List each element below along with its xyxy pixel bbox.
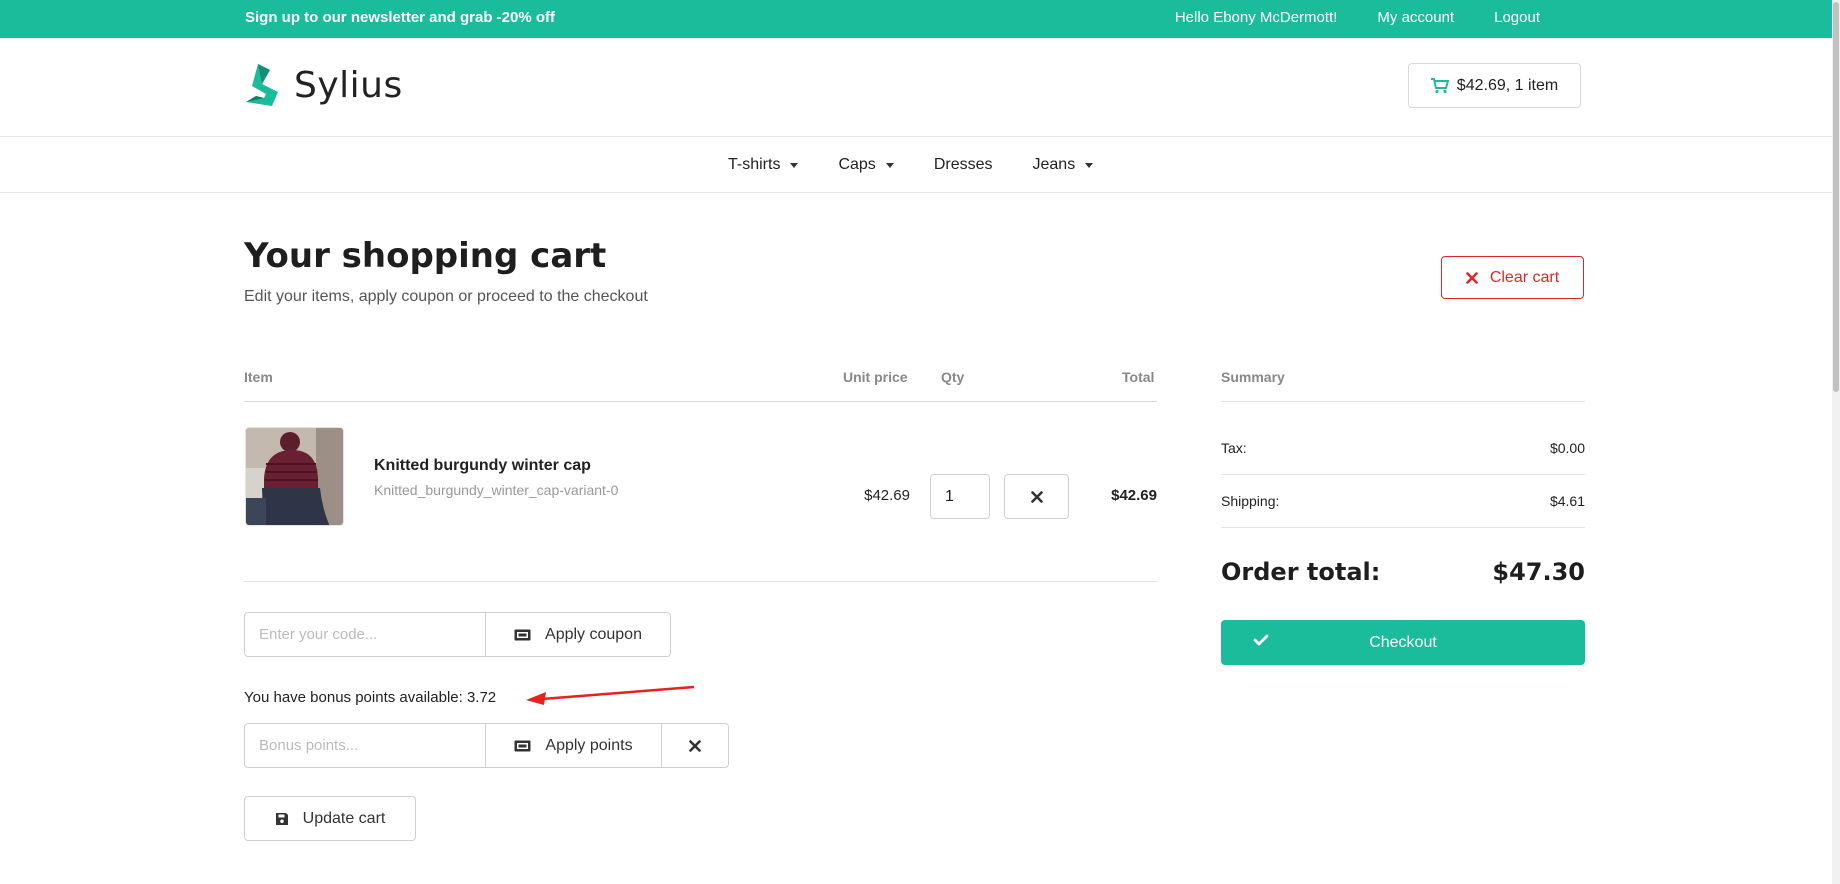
- summary-divider: [1221, 401, 1585, 402]
- order-total-row: Order total: $47.30: [1221, 558, 1585, 586]
- nav-item-dresses[interactable]: Dresses: [934, 156, 993, 174]
- nav-item-label: Dresses: [933, 156, 993, 173]
- tax-label: Tax:: [1221, 440, 1247, 456]
- summary-divider: [1221, 474, 1585, 475]
- product-name[interactable]: Knitted burgundy winter cap: [374, 457, 591, 475]
- product-photo: [246, 428, 343, 525]
- nav-item-label: T-shirts: [728, 156, 781, 173]
- caret-down-icon: [885, 162, 894, 168]
- summary-heading: Summary: [1221, 369, 1285, 385]
- nav-item-t-shirts[interactable]: T-shirts: [728, 156, 799, 174]
- caret-down-icon: [1085, 162, 1094, 168]
- apply-coupon-label: Apply coupon: [545, 625, 642, 643]
- tax-value: $0.00: [1549, 440, 1585, 456]
- ticket-icon: [514, 740, 531, 751]
- bonus-points-input[interactable]: Bonus points...: [244, 723, 486, 768]
- product-image[interactable]: [245, 427, 344, 526]
- cart-button[interactable]: $42.69, 1 item: [1408, 63, 1581, 108]
- order-total-value: $47.30: [1492, 558, 1585, 586]
- bonus-points-available: You have bonus points available: 3.72: [244, 689, 497, 706]
- page-title: Your shopping cart: [244, 236, 607, 276]
- cart-summary: $42.69, 1 item: [1456, 76, 1559, 94]
- quantity-input[interactable]: 1: [930, 474, 990, 519]
- logo-text: Sylius: [294, 64, 403, 106]
- coupon-code-input[interactable]: Enter your code...: [244, 612, 487, 657]
- column-header-total: Total: [1122, 369, 1155, 385]
- site-header: Sylius $42.69, 1 item: [0, 38, 1832, 137]
- account-links: Hello Ebony McDermott! My account Logout: [1175, 0, 1540, 36]
- close-icon: [689, 739, 701, 752]
- clear-cart-label: Clear cart: [1489, 268, 1560, 286]
- apply-coupon-button[interactable]: Apply coupon: [485, 612, 671, 657]
- close-icon: [1466, 271, 1478, 284]
- nav-item-caps[interactable]: Caps: [838, 156, 894, 174]
- unit-price: $42.69: [864, 487, 910, 504]
- newsletter-promo[interactable]: Sign up to our newsletter and grab -20% …: [245, 0, 555, 36]
- column-header-qty: Qty: [941, 369, 965, 385]
- apply-points-button[interactable]: Apply points: [485, 723, 662, 768]
- logout-link[interactable]: Logout: [1494, 0, 1540, 36]
- order-total-label: Order total:: [1221, 558, 1381, 586]
- shipping-label: Shipping:: [1221, 493, 1280, 509]
- my-account-link[interactable]: My account: [1377, 0, 1454, 36]
- clear-points-button[interactable]: [661, 723, 729, 768]
- save-icon: [275, 812, 288, 825]
- annotation-arrow: [526, 685, 695, 705]
- greeting-link[interactable]: Hello Ebony McDermott!: [1175, 0, 1338, 36]
- row-total: $42.69: [1111, 487, 1157, 504]
- nav-item-jeans[interactable]: Jeans: [1033, 156, 1094, 174]
- caret-down-icon: [790, 162, 799, 168]
- header-divider: [244, 401, 1157, 402]
- summary-tax-row: Tax: $0.00: [1221, 440, 1585, 456]
- ticket-icon: [514, 629, 531, 640]
- logo[interactable]: Sylius: [244, 62, 403, 108]
- checkout-label: Checkout: [1369, 633, 1437, 651]
- checkout-button[interactable]: Checkout: [1221, 620, 1585, 665]
- summary-divider: [1221, 527, 1585, 528]
- close-icon: [1030, 490, 1043, 503]
- summary-shipping-row: Shipping: $4.61: [1221, 493, 1585, 509]
- check-icon: [1253, 634, 1269, 646]
- main-nav: T-shirts Caps Dresses Jeans: [0, 137, 1832, 193]
- clear-cart-button[interactable]: Clear cart: [1441, 256, 1584, 299]
- update-cart-button[interactable]: Update cart: [244, 796, 416, 841]
- logo-icon: [246, 64, 278, 106]
- nav-item-label: Jeans: [1032, 156, 1076, 173]
- product-variant: Knitted_burgundy_winter_cap-variant-0: [374, 482, 619, 498]
- update-cart-label: Update cart: [302, 809, 386, 827]
- remove-item-button[interactable]: [1004, 474, 1069, 519]
- page-scrollbar[interactable]: [1832, 0, 1840, 884]
- nav-item-label: Caps: [838, 156, 876, 173]
- row-divider: [244, 581, 1157, 582]
- scrollbar-thumb[interactable]: [1833, 2, 1839, 392]
- top-bar: Sign up to our newsletter and grab -20% …: [0, 0, 1832, 38]
- page-subtitle: Edit your items, apply coupon or proceed…: [244, 288, 648, 305]
- apply-points-label: Apply points: [545, 736, 633, 754]
- column-header-unit-price: Unit price: [843, 369, 908, 385]
- column-header-item: Item: [244, 369, 273, 385]
- shipping-value: $4.61: [1549, 493, 1585, 509]
- cart-icon: [1430, 77, 1449, 93]
